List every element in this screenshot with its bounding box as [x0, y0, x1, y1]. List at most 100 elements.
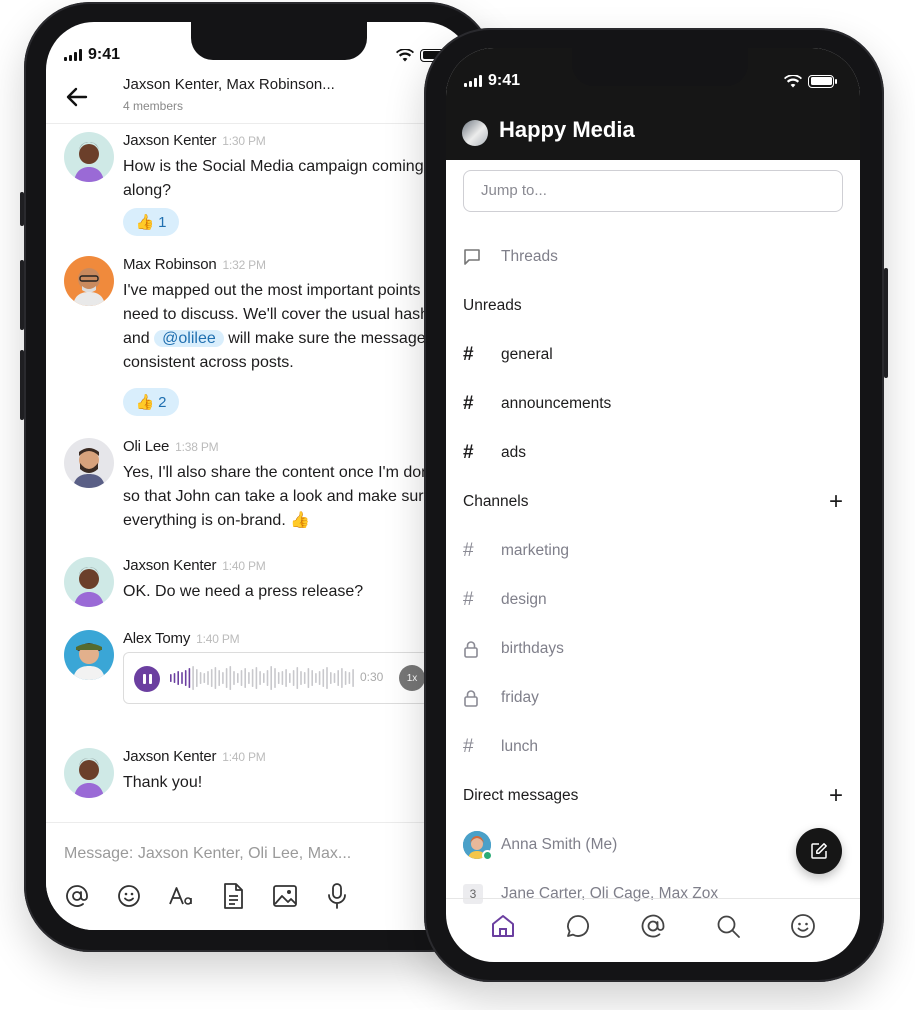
channel-item-marketing[interactable]: # marketing	[463, 536, 843, 566]
waveform-bar	[337, 670, 339, 686]
mentions-icon[interactable]	[638, 911, 668, 941]
mute-switch	[20, 192, 24, 226]
jump-to-input[interactable]: Jump to...	[463, 170, 843, 212]
waveform-bar	[266, 670, 269, 686]
lock-icon	[463, 640, 501, 658]
chat-screen: 9:41 Jaxson Kenter, Max Robinson... 4 me…	[46, 22, 472, 930]
avatar-jaxson[interactable]	[64, 557, 114, 607]
profile-icon[interactable]	[788, 911, 818, 941]
chat-icon[interactable]	[563, 911, 593, 941]
waveform-bar	[214, 667, 217, 689]
chat-title[interactable]: Jaxson Kenter, Max Robinson...	[123, 76, 335, 93]
message-author[interactable]: Alex Tomy 1:40 PM	[123, 630, 240, 647]
channel-item-friday[interactable]: friday	[463, 683, 843, 713]
message-text: I've mapped out the most important point…	[123, 282, 460, 371]
dm-item-anna[interactable]: Anna Smith (Me)	[463, 830, 843, 861]
waveform-bar	[244, 668, 246, 688]
waveform-bar	[300, 671, 302, 685]
waveform-bar	[218, 670, 220, 686]
avatar-max[interactable]	[64, 256, 114, 306]
add-dm-icon[interactable]: +	[829, 784, 843, 808]
message-time: 1:40 PM	[222, 750, 266, 764]
threads-item[interactable]: Threads	[463, 242, 843, 272]
waveform-bar	[289, 673, 291, 683]
waveform-bar	[188, 668, 191, 688]
message-author[interactable]: Oli Lee 1:38 PM	[123, 438, 219, 455]
status-time: 9:41	[488, 72, 521, 89]
status-time: 9:41	[88, 46, 121, 63]
channel-item-birthdays[interactable]: birthdays	[463, 634, 843, 664]
phone-right: 9:41 Happy Media Jump to... Threads Unre…	[424, 28, 888, 982]
add-channel-icon[interactable]: +	[829, 490, 843, 514]
back-arrow-icon[interactable]	[64, 84, 90, 110]
text-format-icon[interactable]	[168, 883, 194, 909]
waveform-bar	[296, 667, 299, 689]
channel-item-lunch[interactable]: # lunch	[463, 732, 843, 762]
channels-label: Channels	[463, 493, 529, 510]
waveform-bar	[225, 668, 228, 688]
emoji-icon[interactable]	[116, 883, 142, 909]
channel-item-announcements[interactable]: # announcements	[463, 389, 843, 419]
message-input[interactable]: Message: Jaxson Kenter, Oli Lee, Max...	[64, 845, 351, 863]
home-icon[interactable]	[488, 911, 518, 941]
reaction-thumbs-up[interactable]: 👍 1	[123, 208, 179, 236]
waveform-bar	[318, 671, 321, 685]
reaction-thumbs-up[interactable]: 👍 2	[123, 388, 179, 416]
waveform-bar	[237, 673, 239, 683]
message-text: How is the Social Media campaign coming …	[123, 158, 424, 199]
waveform-bar	[322, 669, 325, 687]
signal-icon	[64, 49, 82, 61]
avatar-alex[interactable]	[64, 630, 114, 680]
microphone-icon[interactable]	[324, 883, 350, 909]
unreads-header[interactable]: Unreads	[463, 291, 843, 321]
waveform-bar	[181, 672, 183, 684]
message-time: 1:32 PM	[222, 258, 266, 272]
waveform-bar	[274, 668, 276, 688]
waveform-bar	[348, 672, 351, 684]
pause-icon[interactable]	[134, 666, 160, 692]
playback-speed-button[interactable]: 1x	[399, 665, 425, 691]
wifi-icon	[784, 74, 802, 87]
channel-item-ads[interactable]: # ads	[463, 438, 843, 468]
waveform-bar	[199, 672, 202, 684]
voice-message[interactable]: 0:30 1x	[123, 652, 433, 704]
hash-icon: #	[463, 589, 474, 610]
avatar-jaxson[interactable]	[64, 132, 114, 182]
message-text: Thank you!	[123, 774, 203, 791]
avatar-jaxson[interactable]	[64, 748, 114, 798]
waveform-bar	[192, 666, 194, 690]
waveform-bar	[352, 669, 354, 687]
channels-header[interactable]: Channels +	[463, 487, 843, 517]
message-author[interactable]: Max Robinson 1:32 PM	[123, 256, 266, 273]
avatar-oli[interactable]	[64, 438, 114, 488]
mention-chip[interactable]: @olilee	[154, 330, 224, 347]
message-author[interactable]: Jaxson Kenter 1:40 PM	[123, 748, 266, 765]
compose-button[interactable]	[796, 828, 842, 874]
threads-label: Threads	[501, 248, 558, 265]
waveform-bar	[255, 667, 258, 689]
image-icon[interactable]	[272, 883, 298, 909]
channel-name: lunch	[501, 738, 539, 755]
bottom-tab-bar	[446, 898, 860, 962]
waveform-bar	[285, 669, 287, 687]
channel-name: friday	[501, 689, 539, 706]
dm-name: Anna Smith (Me)	[501, 836, 618, 853]
message-author[interactable]: Jaxson Kenter 1:30 PM	[123, 132, 266, 149]
channel-name: announcements	[501, 395, 612, 412]
workspace-title[interactable]: Happy Media	[499, 117, 635, 143]
lock-icon	[463, 689, 501, 707]
channel-name: marketing	[501, 542, 570, 559]
message-time: 1:38 PM	[175, 440, 219, 454]
waveform[interactable]	[170, 663, 356, 693]
direct-messages-header[interactable]: Direct messages +	[463, 781, 843, 811]
document-icon[interactable]	[220, 883, 246, 909]
search-icon[interactable]	[713, 911, 743, 941]
waveform-bar	[303, 672, 306, 684]
waveform-bar	[170, 674, 172, 682]
message-author[interactable]: Jaxson Kenter 1:40 PM	[123, 557, 266, 574]
at-icon[interactable]	[64, 883, 90, 909]
workspace-logo[interactable]	[462, 120, 488, 146]
channel-item-general[interactable]: # general	[463, 340, 843, 370]
channel-item-design[interactable]: # design	[463, 585, 843, 615]
waveform-bar	[326, 667, 328, 689]
